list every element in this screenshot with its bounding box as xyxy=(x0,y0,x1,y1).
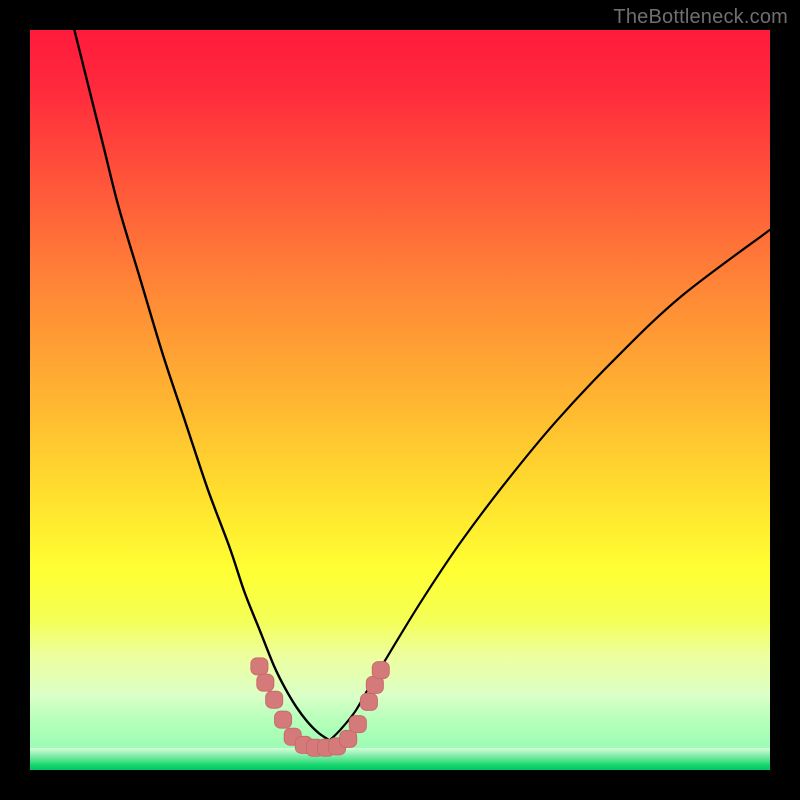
outer-frame: TheBottleneck.com xyxy=(0,0,800,800)
highlight-marker xyxy=(251,658,268,675)
highlight-marker xyxy=(349,716,366,733)
highlight-marker xyxy=(275,711,292,728)
marker-cluster xyxy=(251,658,389,756)
watermark-text: TheBottleneck.com xyxy=(613,6,788,29)
right-curve xyxy=(330,230,770,741)
highlight-marker xyxy=(257,674,274,691)
plot-area xyxy=(30,30,770,770)
highlight-marker xyxy=(266,691,283,708)
highlight-marker xyxy=(372,662,389,679)
curve-layer xyxy=(30,30,770,770)
left-curve xyxy=(74,30,329,740)
highlight-marker xyxy=(360,693,377,710)
